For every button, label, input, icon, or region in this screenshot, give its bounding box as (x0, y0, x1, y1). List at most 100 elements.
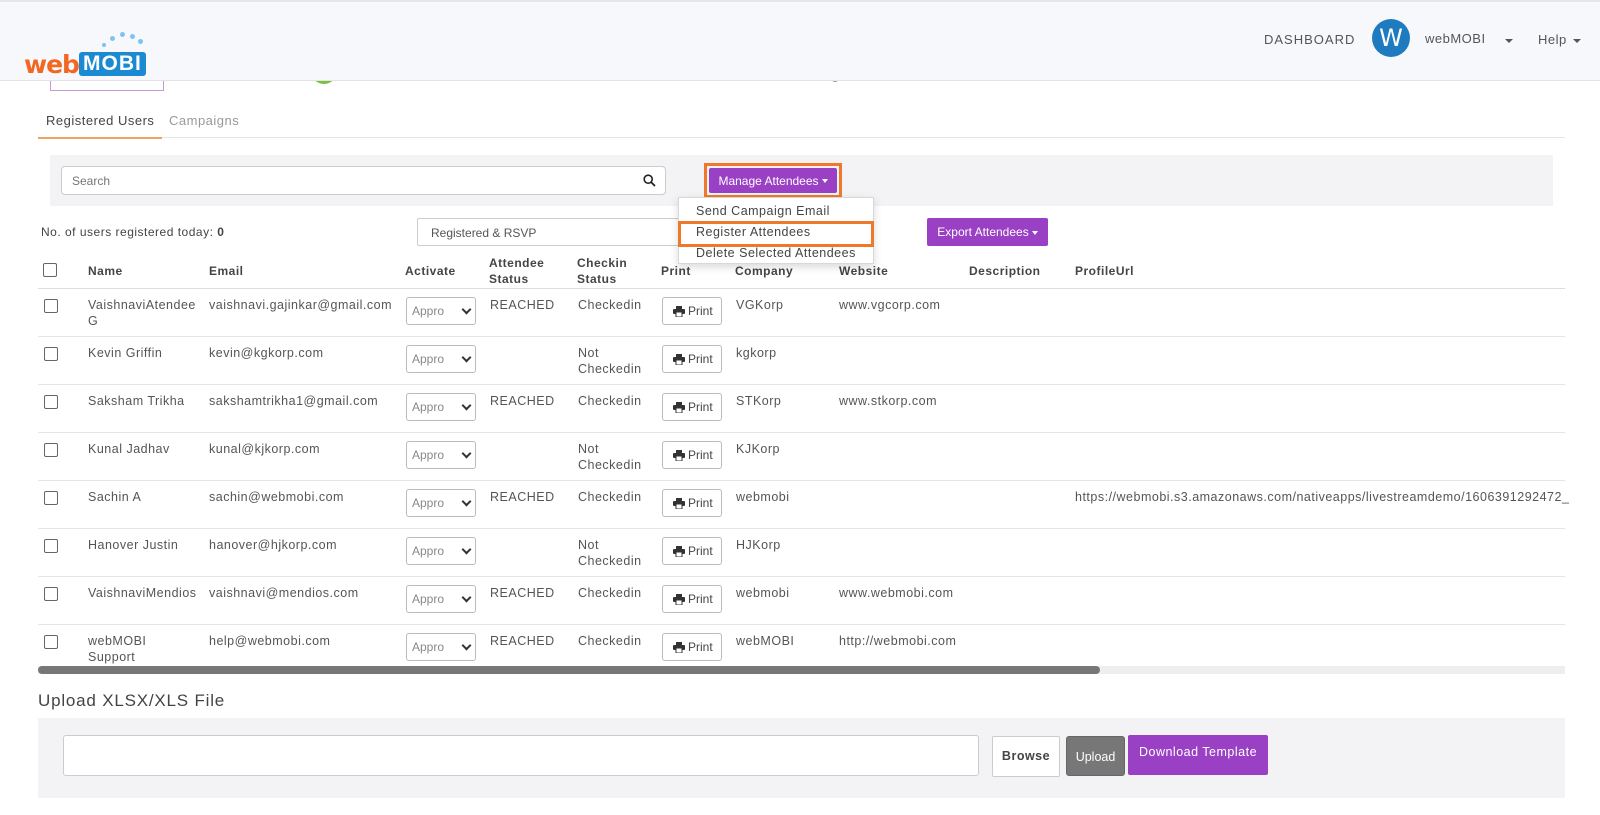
print-badge-button[interactable]: Print (662, 585, 722, 613)
cell-checkin-line2: Checkedin (578, 458, 642, 472)
activate-select[interactable]: Appro (406, 585, 476, 613)
select-all-checkbox[interactable] (43, 263, 57, 277)
printer-icon (673, 402, 685, 414)
help-menu[interactable]: Help (1538, 32, 1567, 47)
print-badge-button[interactable]: Print (662, 393, 722, 421)
col-header-checkin-status-line2: Status (577, 272, 617, 286)
cell-name: Saksham Trikha (88, 393, 200, 409)
cell-website: www.vgcorp.com (839, 298, 941, 312)
print-badge-button[interactable]: Print (662, 441, 722, 469)
cell-name-line1: Sachin A (88, 490, 142, 504)
export-attendees-button[interactable]: Export Attendees (927, 218, 1048, 246)
cell-name-line2: Support (88, 650, 136, 664)
logo-dot (130, 34, 135, 39)
cell-checkin-status: Checkedin (578, 585, 642, 601)
activate-select[interactable]: Appro (406, 345, 476, 373)
cell-name-line1: VaishnaviMendios (88, 586, 197, 600)
row-checkbox[interactable] (44, 347, 58, 361)
row-checkbox[interactable] (44, 587, 58, 601)
print-badge-button[interactable]: Print (662, 633, 722, 661)
col-header-description[interactable]: Description (969, 263, 1041, 279)
cell-email: vaishnavi@mendios.com (209, 586, 359, 600)
cell-name: Hanover Justin (88, 537, 200, 553)
caret-down-icon[interactable] (1505, 39, 1513, 43)
print-label: Print (688, 544, 713, 558)
chevron-down-icon (461, 544, 472, 555)
col-header-print[interactable]: Print (661, 263, 691, 279)
print-badge-button[interactable]: Print (662, 537, 722, 565)
registration-filter-select[interactable]: Registered & RSVP (417, 218, 697, 246)
user-avatar[interactable]: W (1372, 19, 1410, 57)
cell-checkin-line1: Not (578, 538, 599, 552)
printer-icon (673, 642, 685, 654)
printer-icon (673, 498, 685, 510)
tab-campaigns[interactable]: Campaigns (169, 113, 239, 128)
activate-select-value: Appro (412, 352, 445, 366)
activate-select[interactable]: Appro (406, 441, 476, 469)
cell-checkin-status: Not Checkedin (578, 345, 642, 377)
file-path-input[interactable] (63, 735, 979, 776)
activate-select-value: Appro (412, 640, 445, 654)
activate-select[interactable]: Appro (406, 393, 476, 421)
manage-attendees-button[interactable]: Manage Attendees (709, 168, 837, 193)
row-checkbox[interactable] (44, 299, 58, 313)
cell-checkin-line2: Checkedin (578, 554, 642, 568)
row-checkbox[interactable] (44, 491, 58, 505)
row-checkbox[interactable] (44, 395, 58, 409)
col-header-checkin-status[interactable]: Checkin Status (577, 255, 627, 287)
print-label: Print (688, 448, 713, 462)
print-badge-button[interactable]: Print (662, 297, 722, 325)
print-badge-button[interactable]: Print (662, 489, 722, 517)
printer-icon (673, 594, 685, 606)
print-label: Print (688, 400, 713, 414)
registered-today-count: 0 (217, 225, 225, 239)
cell-name-line1: Hanover Justin (88, 538, 179, 552)
table-row: Sachin A sachin@webmobi.com Appro REACHED Ch… (38, 481, 1569, 529)
chevron-down-icon (461, 592, 472, 603)
cell-name-line1: Kevin Griffin (88, 346, 163, 360)
tab-registered-users[interactable]: Registered Users (38, 113, 163, 139)
cell-attendee-status: REACHED (490, 634, 555, 648)
menu-delete-selected-attendees[interactable]: Delete Selected Attendees (696, 246, 856, 260)
menu-send-campaign-email[interactable]: Send Campaign Email (696, 204, 830, 218)
col-header-activate[interactable]: Activate (405, 263, 456, 279)
row-checkbox[interactable] (44, 539, 58, 553)
print-label: Print (688, 592, 713, 606)
col-header-website[interactable]: Website (839, 263, 888, 279)
col-header-company[interactable]: Company (735, 263, 793, 279)
printer-icon (673, 450, 685, 462)
col-header-attendee-status-line1: Attendee (489, 256, 545, 270)
activate-select-value: Appro (412, 400, 445, 414)
activate-select[interactable]: Appro (406, 489, 476, 517)
nav-dashboard-link[interactable]: DASHBOARD (1264, 32, 1355, 47)
caret-down-icon[interactable] (1573, 39, 1581, 43)
col-header-email[interactable]: Email (209, 263, 244, 279)
user-menu[interactable]: webMOBI (1425, 31, 1486, 46)
col-header-name[interactable]: Name (88, 263, 123, 279)
col-header-profile-url[interactable]: ProfileUrl (1075, 263, 1134, 279)
activate-select[interactable]: Appro (406, 537, 476, 565)
row-checkbox[interactable] (44, 443, 58, 457)
upload-button[interactable]: Upload (1066, 736, 1125, 776)
row-checkbox[interactable] (44, 635, 58, 649)
cell-name-line1: Kunal Jadhav (88, 442, 170, 456)
cell-checkin-status: Not Checkedin (578, 441, 642, 473)
cell-checkin-line1: Not (578, 346, 599, 360)
cell-checkin-line1: Checkedin (578, 586, 642, 600)
browse-button[interactable]: Browse (992, 736, 1060, 777)
horizontal-scrollbar-thumb[interactable] (38, 666, 1100, 674)
download-template-button[interactable]: Download Template (1128, 735, 1268, 775)
chevron-down-icon (461, 304, 472, 315)
activate-select[interactable]: Appro (406, 297, 476, 325)
search-input[interactable] (61, 166, 666, 195)
search-icon[interactable] (643, 174, 656, 187)
cell-checkin-line1: Checkedin (578, 634, 642, 648)
activate-select[interactable]: Appro (406, 633, 476, 661)
cell-checkin-line1: Checkedin (578, 298, 642, 312)
webmobi-logo[interactable]: web MOBI (24, 30, 149, 79)
logo-dot (110, 36, 115, 41)
col-header-attendee-status[interactable]: Attendee Status (489, 255, 544, 287)
logo-dot (138, 39, 143, 44)
printer-icon (673, 546, 685, 558)
print-badge-button[interactable]: Print (662, 345, 722, 373)
